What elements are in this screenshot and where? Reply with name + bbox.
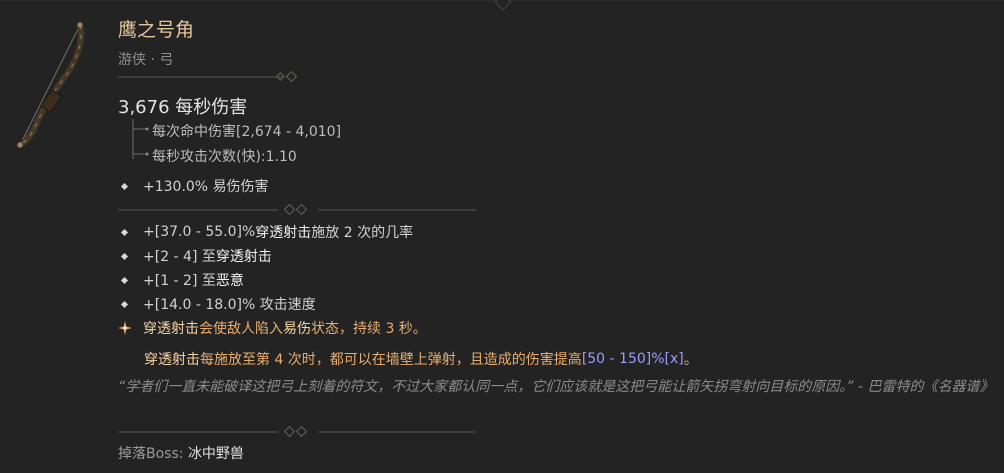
implicit-text: +130.0% 易伤伤害	[143, 179, 269, 195]
affix-text: +[1 - 2] 至	[143, 273, 216, 289]
diamond-bullet-icon	[120, 228, 129, 236]
unique-power-range: [50 - 150]%[x]	[581, 351, 684, 367]
item-type: 游侠 · 弓	[118, 52, 174, 68]
skill-name: 穿透射击	[215, 249, 272, 265]
implicit-affix: +130.0% 易伤伤害	[118, 176, 269, 196]
unique-power-text: 每施放至第 4 次时，都可以在墙壁上弹射，且造成的伤害提高	[200, 352, 582, 368]
diamond-bullet-icon	[120, 300, 129, 308]
skill-name: 穿透射击	[255, 225, 312, 241]
flavor-text: “学者们一直未能破译这把弓上刻着的符文，不过大家都认同一点，它们应该就是这把弓能…	[118, 379, 994, 395]
legendary-text: 会使敌人陷入	[199, 321, 283, 337]
legendary-star-icon	[118, 321, 132, 335]
legendary-text: 状态，持续 3 秒。	[311, 321, 427, 337]
affix-row: +[1 - 2] 至恶意	[118, 270, 244, 290]
affix-row: +[2 - 4] 至穿透射击	[118, 246, 272, 266]
skill-name: 穿透射击	[143, 321, 199, 337]
status-name: 易伤	[283, 321, 311, 337]
unique-power: 穿透射击 每施放至第 4 次时，都可以在墙壁上弹射，且造成的伤害提高 [50 -…	[144, 349, 698, 369]
diamond-bullet-icon	[120, 182, 129, 190]
top-ornament	[494, 0, 512, 11]
legendary-affix: 穿透射击 会使敌人陷入 易伤 状态，持续 3 秒。	[118, 318, 427, 338]
drop-source: 掉落Boss: 冰中野兽	[118, 443, 244, 463]
affix-text: 施放 2 次的几率	[311, 225, 414, 241]
drop-label: 掉落Boss:	[118, 446, 188, 462]
attack-speed: 每秒攻击次数(快):1.10	[152, 149, 297, 165]
boss-name: 冰中野兽	[187, 446, 244, 462]
section-divider	[118, 203, 476, 216]
affix-text: +[14.0 - 18.0]% 攻击速度	[143, 297, 316, 313]
per-hit-damage: 每次命中伤害[2,674 - 4,010]	[152, 124, 342, 140]
affix-row: +[37.0 - 55.0]% 穿透射击 施放 2 次的几率	[118, 222, 413, 242]
affix-text: +[2 - 4] 至	[143, 249, 216, 265]
section-divider	[118, 425, 476, 438]
skill-name: 穿透射击	[144, 352, 200, 368]
dps-value: 3,676 每秒伤害	[118, 97, 248, 118]
affix-row: +[14.0 - 18.0]% 攻击速度	[118, 294, 316, 314]
bow-icon	[17, 22, 84, 148]
diamond-bullet-icon	[120, 276, 129, 284]
stat-tree-lines	[132, 119, 149, 159]
diamond-bullet-icon	[120, 252, 129, 260]
item-name: 鹰之号角	[118, 19, 195, 41]
item-tooltip: 鹰之号角 游侠 · 弓 3,676 每秒伤害 每次命中伤害[2,674 - 4,…	[0, 0, 1004, 473]
unique-power-end: 。	[683, 352, 698, 368]
skill-name: 恶意	[215, 273, 244, 289]
affix-text: +[37.0 - 55.0]%	[143, 224, 256, 240]
section-divider	[118, 70, 298, 83]
